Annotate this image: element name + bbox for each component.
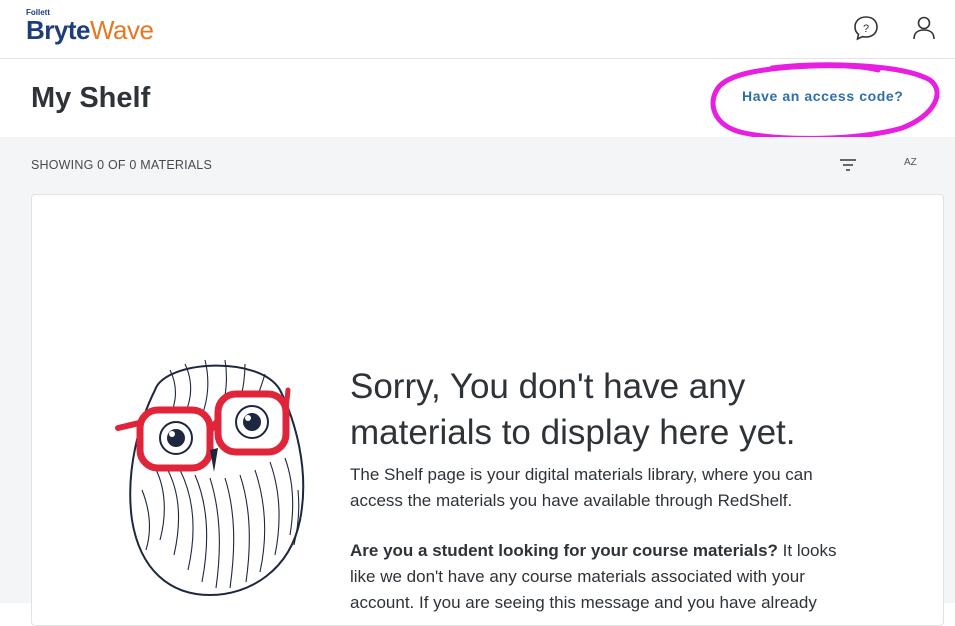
chat-help-icon[interactable]: ?: [850, 12, 882, 44]
filter-icon[interactable]: [837, 154, 859, 176]
logo-wave: Wave: [89, 15, 154, 45]
owl-with-glasses-illustration: [115, 359, 305, 597]
sort-az-icon[interactable]: AZ: [904, 157, 924, 173]
showing-count: SHOWING 0 OF 0 MATERIALS: [31, 158, 212, 172]
svg-text:?: ?: [863, 23, 869, 35]
sort-az-label: AZ: [904, 157, 917, 168]
page-title: My Shelf: [31, 82, 151, 114]
top-header: Follett BryteWave ?: [0, 0, 955, 59]
empty-state-description: The Shelf page is your digital materials…: [350, 465, 813, 510]
empty-state-title: Sorry, You don't have any materials to d…: [350, 367, 796, 452]
logo-bryte: Bryte: [26, 15, 90, 45]
access-code-link[interactable]: Have an access code?: [742, 88, 903, 104]
user-icon[interactable]: [908, 12, 940, 44]
student-question: Are you a student looking for your cours…: [350, 541, 778, 560]
brytewave-logo[interactable]: Follett BryteWave: [26, 9, 154, 45]
empty-state-student-text: Are you a student looking for your cours…: [350, 538, 860, 616]
logo-wordmark: BryteWave: [26, 15, 154, 45]
